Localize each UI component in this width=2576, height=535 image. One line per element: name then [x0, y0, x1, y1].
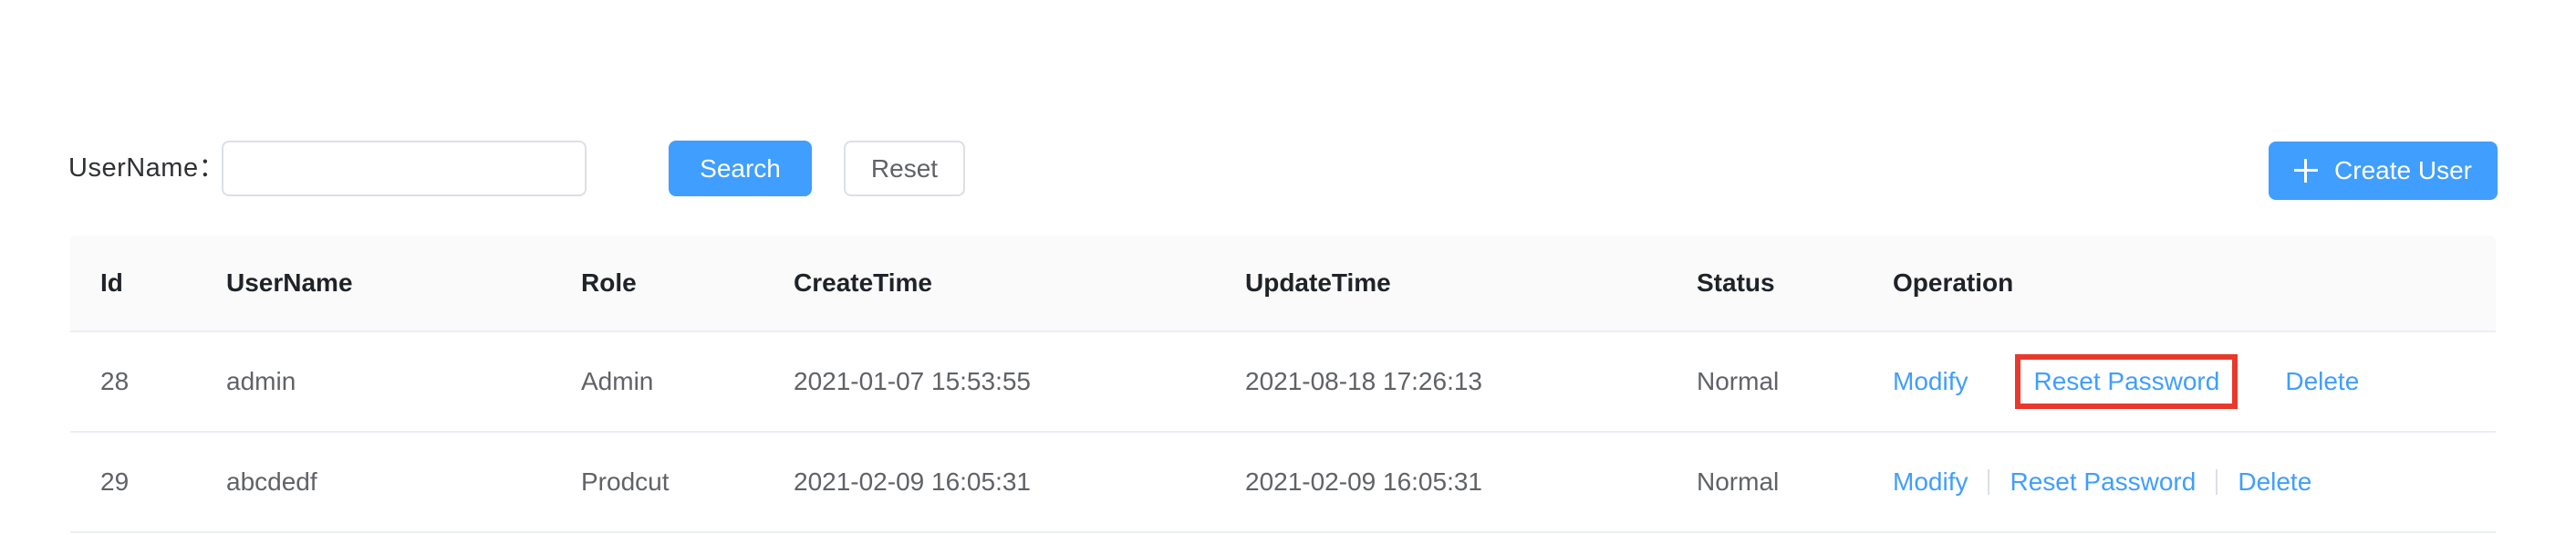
cell-createtime: 2021-02-09 16:05:31: [794, 432, 1245, 533]
cell-status: Normal: [1697, 432, 1893, 533]
cell-role: Prodcut: [581, 432, 794, 533]
modify-link[interactable]: Modify: [1893, 369, 1968, 394]
reset-button-label: Reset: [870, 153, 939, 183]
column-header-createtime: CreateTime: [794, 236, 1245, 332]
plus-icon: [2294, 159, 2319, 183]
cell-id: 29: [70, 432, 226, 533]
username-filter-label: UserName：: [68, 153, 226, 183]
cell-id: 28: [70, 331, 226, 433]
reset-password-highlight-box: Reset Password: [2015, 354, 2238, 409]
cell-status: Normal: [1697, 331, 1893, 433]
cell-updatetime: 2021-02-09 16:05:31: [1245, 432, 1697, 533]
users-table-container: Id UserName Role CreateTime UpdateTime S…: [70, 236, 2496, 533]
cell-operation: Modify Reset Password Delete: [1893, 432, 2496, 533]
cell-username: admin: [226, 331, 581, 433]
operation-separator: [2263, 369, 2265, 394]
username-search-input[interactable]: [222, 141, 587, 196]
table-row: 29 abcdedf Prodcut 2021-02-09 16:05:31 2…: [70, 432, 2496, 533]
cell-username: abcdedf: [226, 432, 581, 533]
column-header-operation: Operation: [1893, 236, 2496, 332]
column-header-id: Id: [70, 236, 226, 332]
create-user-button-label: Create User: [2334, 156, 2472, 184]
users-table: Id UserName Role CreateTime UpdateTime S…: [70, 236, 2496, 533]
operation-links: Modify Reset Password Delete: [1893, 332, 2496, 431]
cell-createtime: 2021-01-07 15:53:55: [794, 331, 1245, 433]
column-header-role: Role: [581, 236, 794, 332]
cell-updatetime: 2021-08-18 17:26:13: [1245, 331, 1697, 433]
search-button[interactable]: Search: [669, 141, 812, 196]
operation-separator: [2216, 469, 2218, 495]
table-header-row: Id UserName Role CreateTime UpdateTime S…: [70, 236, 2496, 332]
column-header-username: UserName: [226, 236, 581, 332]
filter-bar: UserName： Search Reset: [0, 64, 2576, 196]
cell-role: Admin: [581, 331, 794, 433]
column-header-status: Status: [1697, 236, 1893, 332]
operation-separator: [1988, 469, 1990, 495]
reset-button[interactable]: Reset: [844, 141, 965, 196]
operation-links: Modify Reset Password Delete: [1893, 433, 2496, 531]
column-header-updatetime: UpdateTime: [1245, 236, 1697, 332]
delete-link[interactable]: Delete: [2285, 369, 2359, 394]
users-table-body: 28 admin Admin 2021-01-07 15:53:55 2021-…: [70, 331, 2496, 533]
reset-password-link[interactable]: Reset Password: [2010, 469, 2196, 495]
cell-operation: Modify Reset Password Delete: [1893, 331, 2496, 433]
delete-link[interactable]: Delete: [2238, 469, 2311, 495]
operation-separator: [1988, 369, 1989, 394]
users-table-header: Id UserName Role CreateTime UpdateTime S…: [70, 236, 2496, 332]
modify-link[interactable]: Modify: [1893, 469, 1968, 495]
reset-password-link[interactable]: Reset Password: [2033, 369, 2219, 394]
table-row: 28 admin Admin 2021-01-07 15:53:55 2021-…: [70, 331, 2496, 433]
create-user-button[interactable]: Create User: [2269, 142, 2498, 200]
search-button-label: Search: [700, 153, 781, 183]
